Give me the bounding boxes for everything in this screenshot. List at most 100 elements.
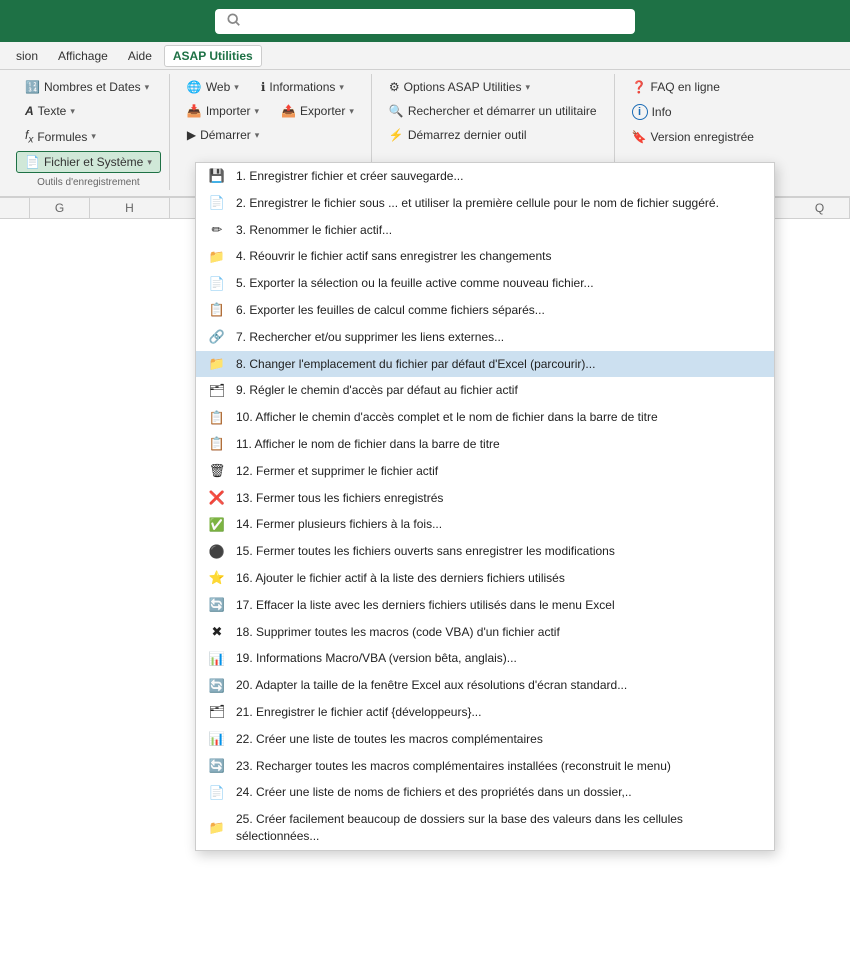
btn-formules[interactable]: fx Formules ▾ <box>16 124 105 149</box>
item-icon-11: 📋 <box>208 436 226 452</box>
ribbon-row-1: 🔢 Nombres et Dates ▾ <box>16 76 158 98</box>
dropdown-item-18[interactable]: ✖18. Supprimer toutes les macros (code V… <box>196 619 774 646</box>
dropdown-item-16[interactable]: ⭐ 16. Ajouter le fichier actif à la liste… <box>196 565 774 592</box>
dropdown-item-3[interactable]: ✏3. Renommer le fichier actif... <box>196 217 774 244</box>
item-text-21: 21. Enregistrer le fichier actif {dévelo… <box>236 704 762 721</box>
item-text-7: 7. Rechercher et/ou supprimer les liens … <box>236 329 762 346</box>
menu-bar: sion Affichage Aide ASAP Utilities <box>0 42 850 70</box>
group-label-enregistrement: Outils d'enregistrement <box>16 177 161 188</box>
item-text-16: 16. Ajouter le fichier actif à la liste … <box>236 570 762 587</box>
dropdown-item-4[interactable]: 📁4. Réouvrir le fichier actif sans enreg… <box>196 243 774 270</box>
dropdown-item-23[interactable]: 🔄23. Recharger toutes les macros complém… <box>196 753 774 780</box>
btn-faq[interactable]: ❓ FAQ en ligne <box>623 76 729 98</box>
dropdown-item-5[interactable]: 📄5. Exporter la sélection ou la feuille … <box>196 270 774 297</box>
ribbon-row-web: 🌐 Web ▾ ℹ Informations ▾ <box>178 76 353 98</box>
item-text-9: 9. Régler le chemin d'accès par défaut a… <box>236 382 762 399</box>
dropdown-menu: 💾1. Enregistrer fichier et créer sauvega… <box>195 162 775 851</box>
item-icon-9: 🗂 <box>208 383 226 399</box>
caret-icon2: ▾ <box>70 106 75 117</box>
row-number-header <box>0 198 30 218</box>
search-input[interactable] <box>249 14 623 29</box>
item-icon-12: 🗑 <box>208 463 226 479</box>
btn-rechercher-util[interactable]: 🔍 Rechercher et démarrer un utilitaire <box>380 100 606 122</box>
item-text-15: 15. Fermer toutes les fichiers ouverts s… <box>236 543 762 560</box>
ribbon-row-faq: ❓ FAQ en ligne <box>623 76 729 98</box>
caret-export: ▾ <box>349 106 354 117</box>
ribbon-row-version: 🔖 Version enregistrée <box>623 126 763 148</box>
btn-dernier-outil[interactable]: ⚡ Démarrez dernier outil <box>380 124 536 146</box>
ribbon-row-4: 📄 Fichier et Système ▾ <box>16 151 161 173</box>
btn-importer[interactable]: 📥 Importer ▾ <box>178 100 268 122</box>
item-text-17: 17. Effacer la liste avec les derniers f… <box>236 597 762 614</box>
dropdown-item-8[interactable]: 📁8. Changer l'emplacement du fichier par… <box>196 351 774 378</box>
search-bar <box>0 0 850 42</box>
dropdown-item-14[interactable]: ✅14. Fermer plusieurs fichiers à la fois… <box>196 511 774 538</box>
dropdown-item-19[interactable]: 📊 19. Informations Macro/VBA (version bêt… <box>196 645 774 672</box>
item-text-24: 24. Créer une liste de noms de fichiers … <box>236 784 762 801</box>
ribbon-row-options: ⚙ Options ASAP Utilities ▾ <box>380 76 539 98</box>
dropdown-item-24[interactable]: 📄 24. Créer une liste de noms de fichiers… <box>196 779 774 806</box>
btn-options[interactable]: ⚙ Options ASAP Utilities ▾ <box>380 76 539 98</box>
item-icon-16: ⭐ <box>208 570 226 586</box>
item-icon-13: ❌ <box>208 490 226 506</box>
dropdown-item-2[interactable]: 📄2. Enregistrer le fichier sous ... et u… <box>196 190 774 217</box>
numbers-icon: 🔢 <box>25 80 40 94</box>
btn-fichier-systeme[interactable]: 📄 Fichier et Système ▾ <box>16 151 161 173</box>
menu-item-aide[interactable]: Aide <box>120 46 160 66</box>
dropdown-item-9[interactable]: 🗂 9. Régler le chemin d'accès par défaut … <box>196 377 774 404</box>
btn-version[interactable]: 🔖 Version enregistrée <box>623 126 763 148</box>
item-icon-22: 📊 <box>208 731 226 747</box>
item-icon-21: 🗂 <box>208 704 226 720</box>
menu-item-affichage[interactable]: Affichage <box>50 46 116 66</box>
btn-info[interactable]: i Info <box>623 100 681 124</box>
dropdown-item-7[interactable]: 🔗 7. Rechercher et/ou supprimer les liens… <box>196 324 774 351</box>
item-icon-19: 📊 <box>208 651 226 667</box>
item-icon-20: 🔄 <box>208 678 226 694</box>
import-icon: 📥 <box>187 104 202 118</box>
dropdown-item-12[interactable]: 🗑12. Fermer et supprimer le fichier acti… <box>196 458 774 485</box>
item-text-6: 6. Exporter les feuilles de calcul comme… <box>236 302 762 319</box>
btn-texte[interactable]: A Texte ▾ <box>16 100 84 122</box>
dropdown-item-13[interactable]: ❌13. Fermer tous les fichiers enregistré… <box>196 485 774 512</box>
dropdown-item-1[interactable]: 💾1. Enregistrer fichier et créer sauvega… <box>196 163 774 190</box>
dropdown-item-25[interactable]: 📁25. Créer facilement beaucoup de dossie… <box>196 806 774 850</box>
export-icon: 📤 <box>281 104 296 118</box>
item-text-14: 14. Fermer plusieurs fichiers à la fois.… <box>236 516 762 533</box>
btn-exporter[interactable]: 📤 Exporter ▾ <box>272 100 363 122</box>
dropdown-item-11[interactable]: 📋11. Afficher le nom de fichier dans la … <box>196 431 774 458</box>
item-icon-17: 🔄 <box>208 597 226 613</box>
dropdown-item-6[interactable]: 📋6. Exporter les feuilles de calcul comm… <box>196 297 774 324</box>
item-text-19: 19. Informations Macro/VBA (version bêta… <box>236 650 762 667</box>
btn-nombres-dates[interactable]: 🔢 Nombres et Dates ▾ <box>16 76 158 98</box>
btn-demarrer[interactable]: ▶ Démarrer ▾ <box>178 124 268 146</box>
dropdown-item-15[interactable]: ⚫15. Fermer toutes les fichiers ouverts … <box>196 538 774 565</box>
item-text-5: 5. Exporter la sélection ou la feuille a… <box>236 275 762 292</box>
btn-informations[interactable]: ℹ Informations ▾ <box>252 76 353 98</box>
caret-info: ▾ <box>339 82 344 93</box>
dropdown-item-20[interactable]: 🔄20. Adapter la taille de la fenêtre Exc… <box>196 672 774 699</box>
text-icon: A <box>25 104 34 118</box>
menu-item-asap[interactable]: ASAP Utilities <box>164 45 262 67</box>
item-text-4: 4. Réouvrir le fichier actif sans enregi… <box>236 248 762 265</box>
caret-web: ▾ <box>234 82 239 93</box>
file-icon: 📄 <box>25 155 40 169</box>
dropdown-item-17[interactable]: 🔄 17. Effacer la liste avec les derniers … <box>196 592 774 619</box>
col-header-q: Q <box>790 198 850 218</box>
caret-import: ▾ <box>255 106 260 117</box>
caret-start: ▾ <box>255 130 260 141</box>
btn-web[interactable]: 🌐 Web ▾ <box>178 76 248 98</box>
ribbon-row-info: i Info <box>623 100 681 124</box>
item-icon-7: 🔗 <box>208 329 226 345</box>
menu-item-sion[interactable]: sion <box>8 46 46 66</box>
col-header-g: G <box>30 198 90 218</box>
version-icon: 🔖 <box>632 130 647 144</box>
dropdown-item-10[interactable]: 📋10. Afficher le chemin d'accès complet … <box>196 404 774 431</box>
item-icon-24: 📄 <box>208 785 226 801</box>
faq-icon: ❓ <box>632 80 647 94</box>
item-text-18: 18. Supprimer toutes les macros (code VB… <box>236 624 762 641</box>
formula-icon: fx <box>25 128 33 145</box>
search-wrapper <box>215 9 635 34</box>
dropdown-item-22[interactable]: 📊22. Créer une liste de toutes les macro… <box>196 726 774 753</box>
ribbon-row-3: fx Formules ▾ <box>16 124 105 149</box>
dropdown-item-21[interactable]: 🗂 21. Enregistrer le fichier actif {dével… <box>196 699 774 726</box>
